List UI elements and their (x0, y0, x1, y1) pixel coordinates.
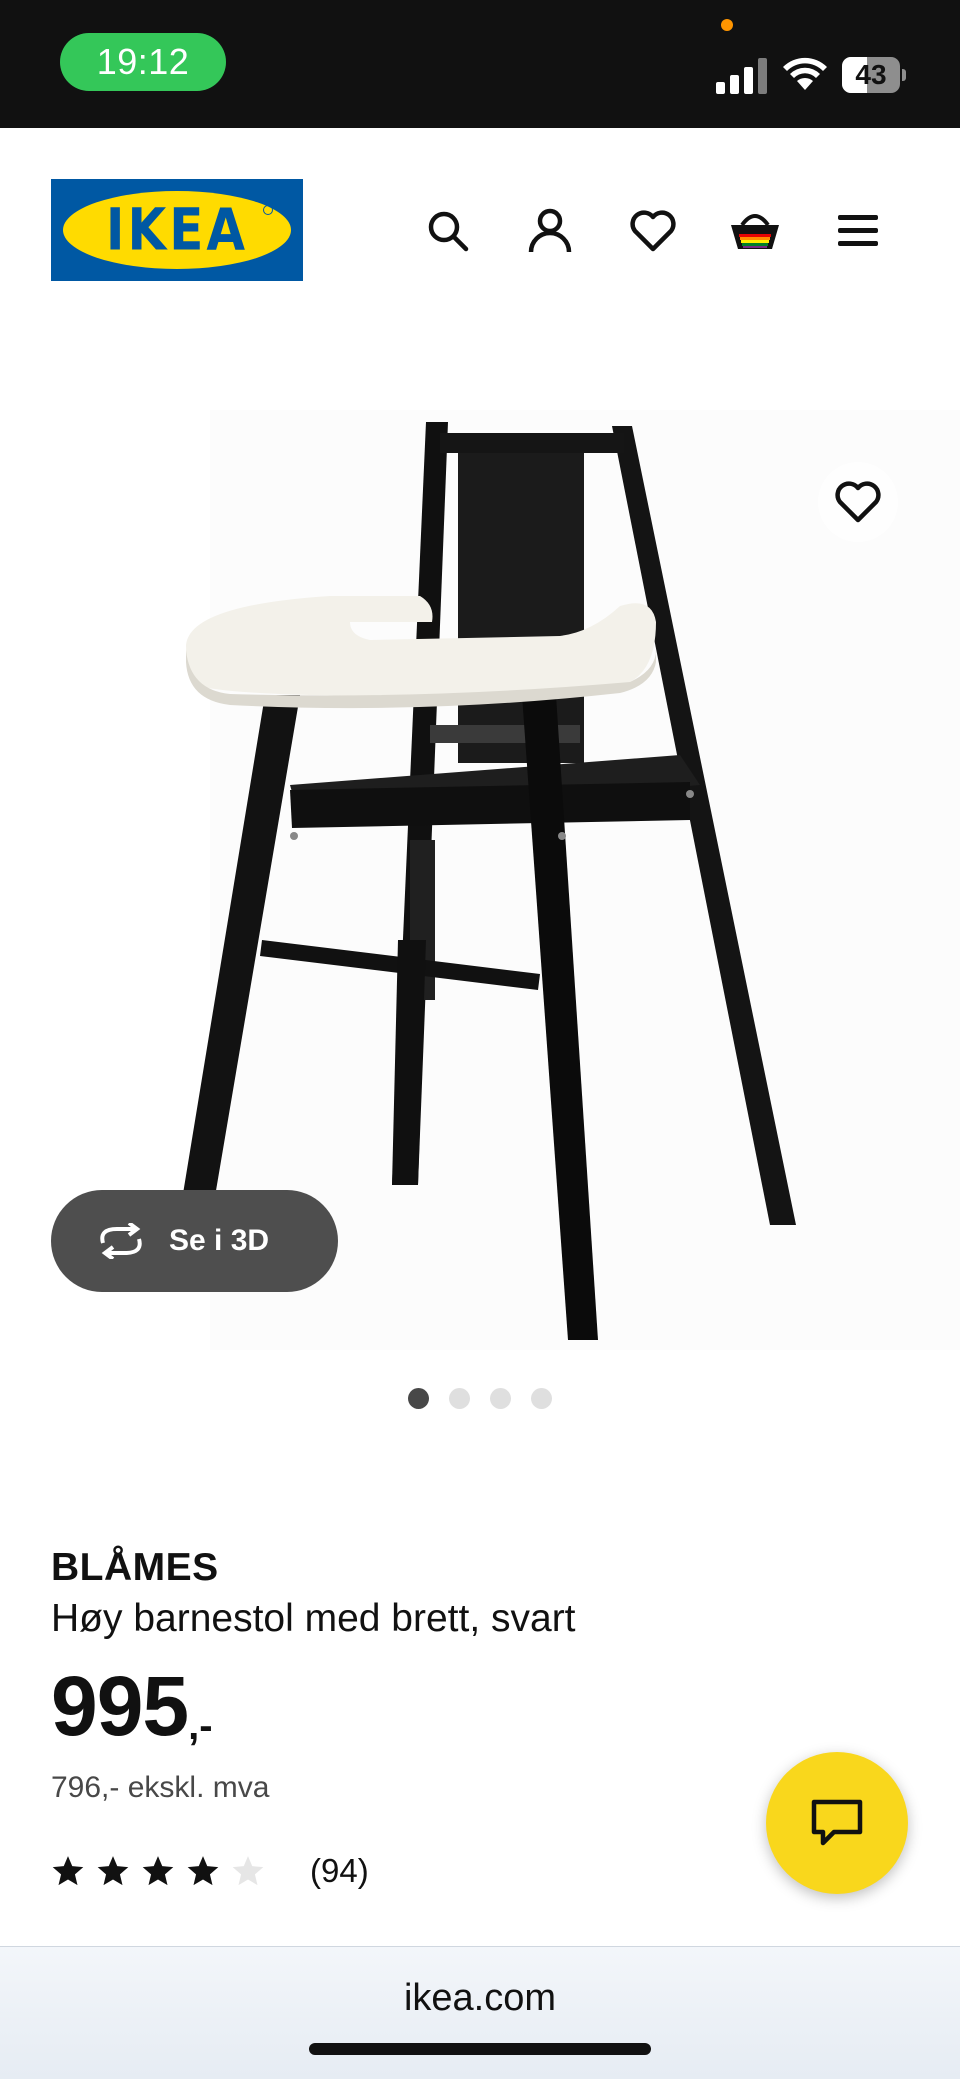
cellular-signal-icon (716, 58, 768, 94)
gallery-dot[interactable] (490, 1388, 511, 1409)
star-filled-icon (97, 1856, 129, 1886)
account-icon[interactable] (522, 203, 578, 259)
view-in-3d-button[interactable]: Se i 3D (51, 1190, 338, 1292)
chat-button[interactable] (766, 1752, 908, 1894)
gallery-pagination (0, 1388, 960, 1410)
product-price: 995 ,- (51, 1664, 213, 1749)
gallery-dot[interactable] (408, 1388, 429, 1409)
browser-address-bar[interactable]: ikea.com (0, 1946, 960, 2079)
view-in-3d-label: Se i 3D (169, 1224, 270, 1257)
product-name: BLÅMES (51, 1546, 219, 1589)
battery-icon: 43 (842, 57, 906, 93)
menu-icon[interactable] (830, 203, 886, 259)
status-bar: 19:12 43 (0, 0, 960, 128)
site-header: IKEA (0, 128, 960, 328)
browser-url[interactable]: ikea.com (0, 1977, 960, 2020)
rotate-3d-icon (100, 1223, 142, 1259)
basket-icon[interactable] (727, 203, 783, 259)
logo-text: IKEA (105, 196, 249, 264)
chat-bubble-icon (811, 1799, 863, 1846)
star-filled-icon (52, 1856, 84, 1886)
star-filled-icon (142, 1856, 174, 1886)
heart-icon (835, 481, 881, 523)
search-icon[interactable] (420, 203, 476, 259)
gallery-dot[interactable] (449, 1388, 470, 1409)
home-indicator[interactable] (309, 2043, 651, 2055)
product-description: Høy barnestol med brett, svart (51, 1597, 576, 1640)
star-filled-icon (187, 1856, 219, 1886)
favourites-heart-icon[interactable] (625, 203, 681, 259)
status-time[interactable]: 19:12 (60, 33, 226, 91)
privacy-indicator-dot (721, 19, 733, 31)
battery-level: 43 (855, 59, 887, 90)
star-empty-icon (232, 1856, 264, 1886)
review-count: (94) (310, 1852, 369, 1889)
price-excluding-vat: 796,- ekskl. mva (51, 1771, 270, 1804)
ikea-logo[interactable]: IKEA (51, 179, 303, 281)
add-to-favourites-button[interactable] (818, 462, 898, 542)
price-integer: 995 (51, 1659, 189, 1753)
price-suffix: ,- (188, 1704, 213, 1748)
product-rating[interactable]: (94) (51, 1852, 369, 1890)
wifi-icon (783, 57, 827, 90)
gallery-dot[interactable] (531, 1388, 552, 1409)
